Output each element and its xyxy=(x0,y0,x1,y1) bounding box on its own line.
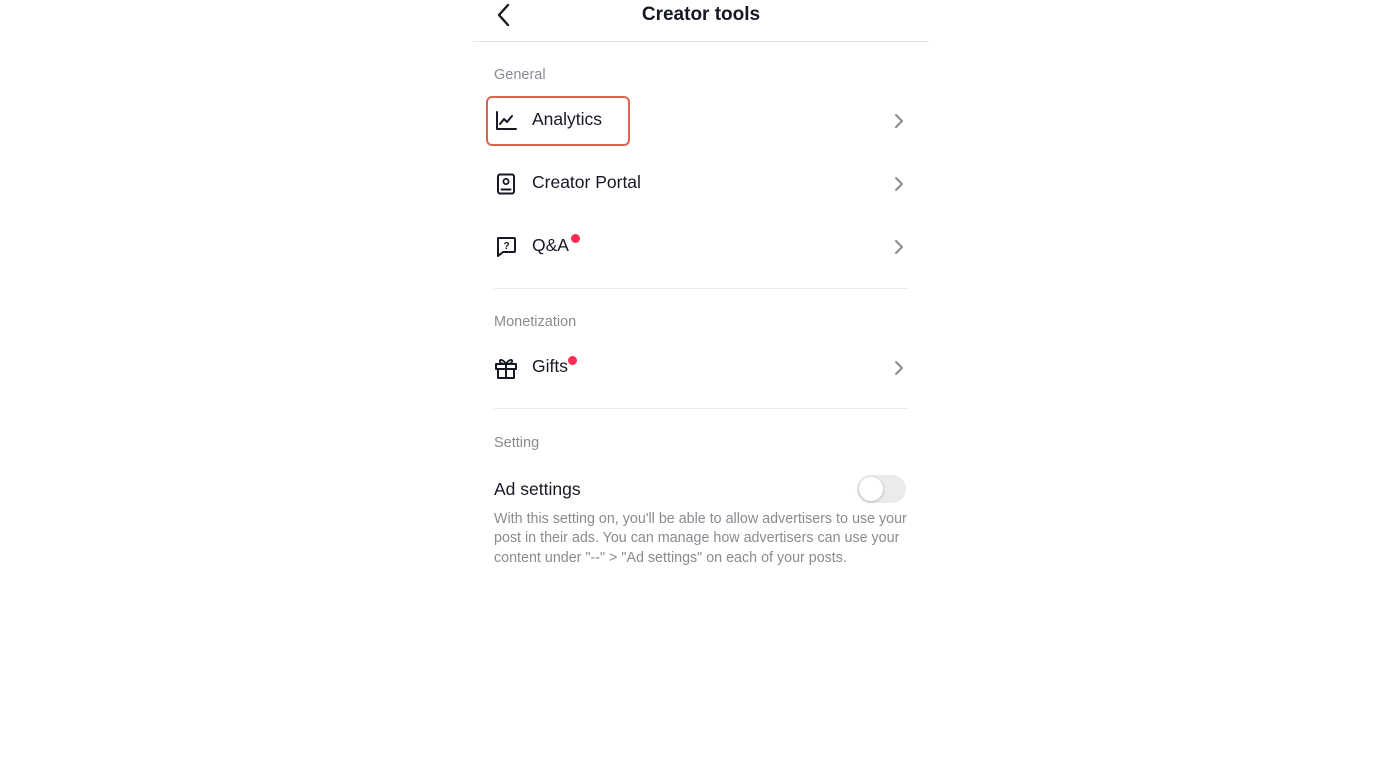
section-label-monetization: Monetization xyxy=(494,314,577,330)
chevron-right-icon xyxy=(895,240,903,254)
creator-tools-screen: Creator tools General Analytics Creator … xyxy=(473,0,929,768)
section-divider xyxy=(494,408,908,409)
section-label-general: General xyxy=(494,67,546,83)
menu-item-qa[interactable]: ? Q&A xyxy=(485,221,917,273)
analytics-chart-icon xyxy=(493,108,519,134)
chevron-right-icon xyxy=(895,177,903,191)
section-divider xyxy=(494,288,908,289)
menu-item-label: Gifts xyxy=(532,356,568,376)
ad-settings-description: With this setting on, you'll be able to … xyxy=(494,511,907,566)
menu-item-analytics[interactable]: Analytics xyxy=(485,95,917,147)
gift-icon xyxy=(493,355,519,381)
ad-settings-toggle[interactable] xyxy=(857,475,906,503)
menu-item-gifts[interactable]: Gifts xyxy=(485,342,917,394)
notification-badge xyxy=(571,234,580,243)
menu-item-label: Q&A xyxy=(532,235,569,255)
page-title: Creator tools xyxy=(641,4,761,25)
menu-item-label: Analytics xyxy=(532,109,603,129)
menu-item-creator-portal[interactable]: Creator Portal xyxy=(485,158,917,210)
chevron-right-icon xyxy=(895,361,903,375)
section-label-setting: Setting xyxy=(494,435,540,451)
ad-settings-label: Ad settings xyxy=(494,479,581,499)
menu-item-label: Creator Portal xyxy=(532,172,641,192)
svg-text:?: ? xyxy=(503,241,509,252)
notification-badge xyxy=(568,356,577,365)
toggle-knob xyxy=(859,477,883,501)
header: Creator tools xyxy=(473,0,929,42)
chevron-right-icon xyxy=(895,114,903,128)
qa-icon: ? xyxy=(493,234,519,260)
creator-portal-icon xyxy=(493,171,519,197)
